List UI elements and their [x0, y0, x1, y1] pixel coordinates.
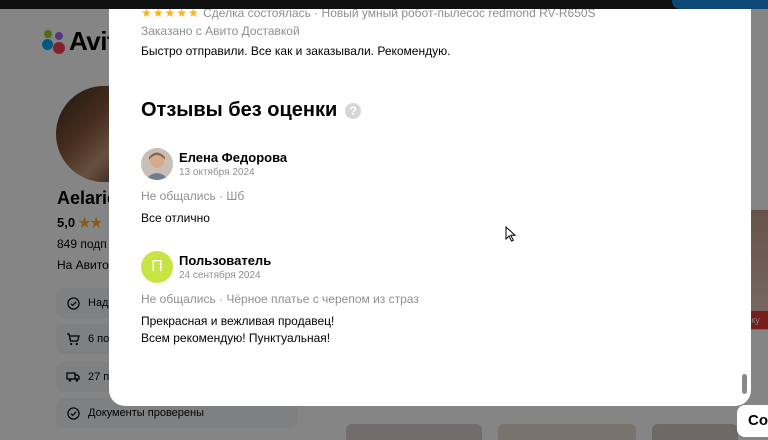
- review-text: Все отлично: [141, 210, 210, 227]
- review-date: 13 октября 2024: [179, 167, 255, 178]
- avatar-letter: П: [151, 258, 163, 275]
- section-title-text: Отзывы без оценки: [141, 99, 338, 121]
- section-title: Отзывы без оценки ?: [141, 99, 362, 122]
- review-item: П Пользователь 24 сентября 2024 Не общал…: [141, 251, 701, 351]
- modal-scrollbar[interactable]: [742, 374, 747, 394]
- review-meta: Не общались · Шб: [141, 189, 245, 203]
- deal-info[interactable]: Сделка состоялась · Новый умный робот-пы…: [203, 9, 595, 20]
- reviewer-avatar[interactable]: [141, 148, 173, 180]
- mouse-cursor-icon: [505, 225, 517, 242]
- previous-review-delivery: Заказано с Авито Доставкой: [141, 24, 300, 38]
- rating-stars-icon: ★★★★★: [141, 9, 200, 20]
- review-item: Елена Федорова 13 октября 2024 Не общали…: [141, 148, 701, 228]
- review-text-line: Всем рекомендую! Пунктуальная!: [141, 331, 331, 345]
- floating-action-button[interactable]: Со: [737, 405, 768, 437]
- review-text-line: Все отлично: [141, 211, 210, 225]
- review-meta[interactable]: Не общались · Чёрное платье с черепом из…: [141, 292, 419, 306]
- reviewer-name[interactable]: Пользователь: [179, 253, 271, 268]
- reviews-modal: ★★★★★ Сделка состоялась · Новый умный ро…: [109, 9, 751, 406]
- review-date: 24 сентября 2024: [179, 270, 261, 281]
- reviewer-name[interactable]: Елена Федорова: [179, 150, 287, 165]
- reviewer-avatar[interactable]: П: [141, 251, 173, 283]
- previous-review-text: Быстро отправили. Все как и заказывали. …: [141, 44, 451, 58]
- review-text: Прекрасная и вежливая продавец! Всем рек…: [141, 313, 334, 347]
- review-text-line: Прекрасная и вежливая продавец!: [141, 314, 335, 328]
- help-icon[interactable]: ?: [345, 102, 362, 119]
- previous-review-deal: ★★★★★ Сделка состоялась · Новый умный ро…: [141, 9, 596, 20]
